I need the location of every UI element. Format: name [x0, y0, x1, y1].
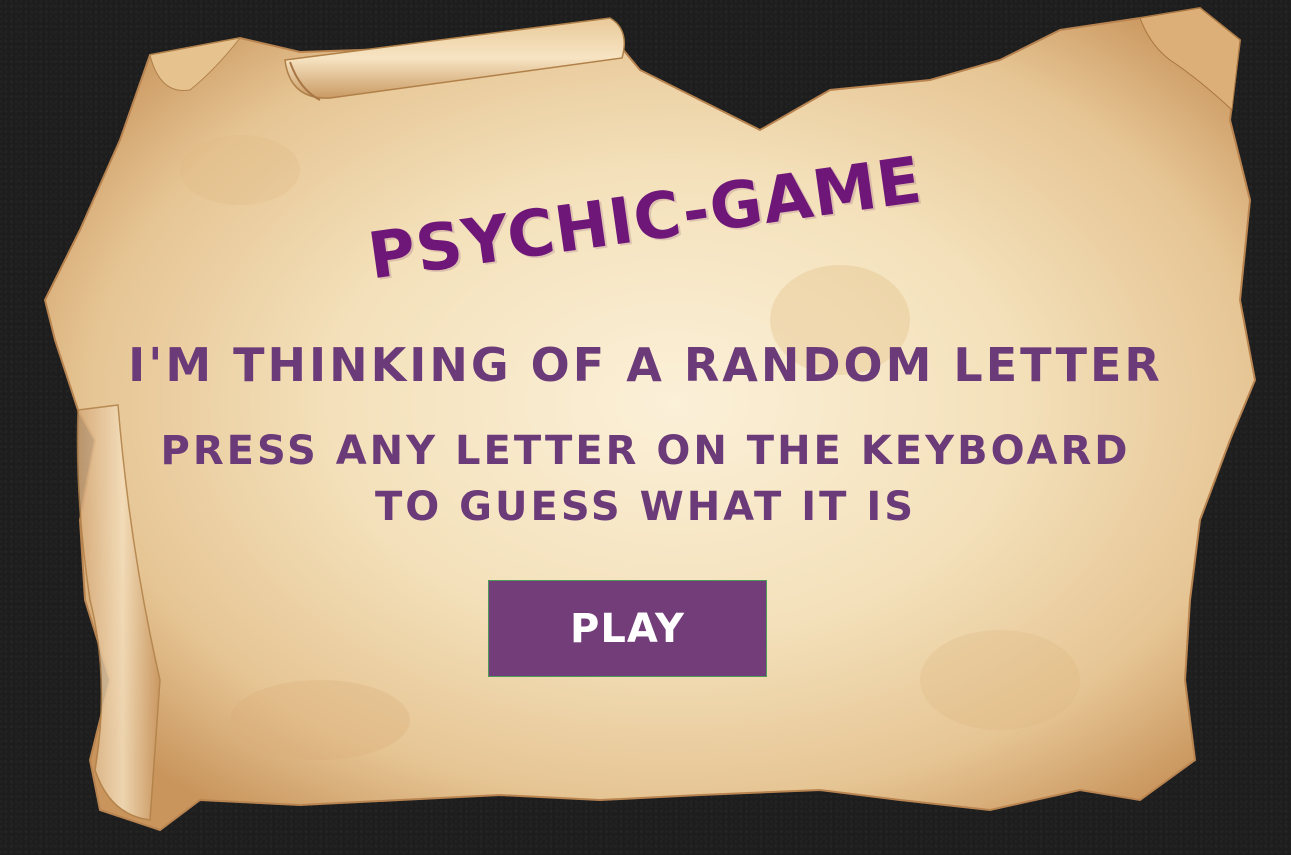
play-button[interactable]: PLAY: [488, 580, 767, 677]
game-subtitle: I'M THINKING OF A RANDOM LETTER: [128, 338, 1163, 392]
instructions-line-1: PRESS ANY LETTER ON THE KEYBOARD: [160, 428, 1131, 474]
instructions-line-2: TO GUESS WHAT IT IS: [374, 484, 917, 530]
